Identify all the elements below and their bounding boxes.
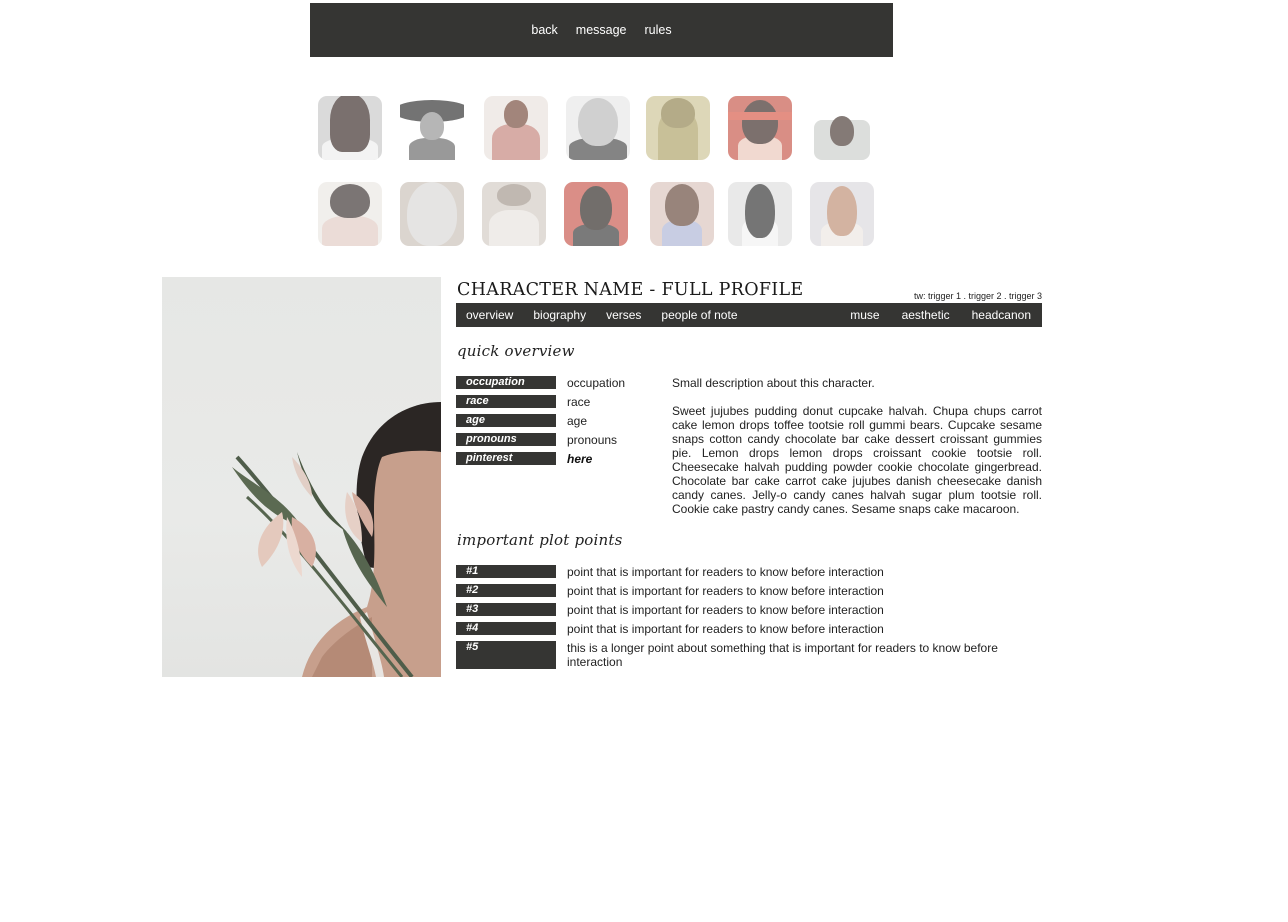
tab-aesthetic[interactable]: aesthetic [902,308,950,322]
plot-point-2: point that is important for readers to k… [567,584,884,598]
nav-link-rules[interactable]: rules [645,23,672,37]
portrait-thumbnail[interactable] [728,182,792,246]
character-description: Small description about this character. … [672,376,1042,516]
overview-label-age: age [456,414,556,427]
plot-label-3: #3 [456,603,556,616]
plot-label-1: #1 [456,565,556,578]
overview-label-occupation: occupation [456,376,556,389]
character-photo-illustration [232,402,441,677]
portrait-thumbnail[interactable] [400,96,464,160]
short-description: Small description about this character. [672,376,875,390]
portrait-thumbnail[interactable] [810,182,874,246]
top-nav-bar: back message rules [310,3,893,57]
nav-link-message[interactable]: message [576,23,627,37]
portrait-thumbnail[interactable] [484,96,548,160]
overview-value-pronouns: pronouns [567,433,618,447]
overview-value-occupation: occupation [567,376,626,390]
overview-label-race: race [456,395,556,408]
nav-link-back[interactable]: back [531,23,557,37]
portrait-thumbnail[interactable] [318,96,382,160]
portrait-thumbnail[interactable] [566,96,630,160]
profile-tabs: overview biography verses people of note… [456,303,1042,327]
plot-label-2: #2 [456,584,556,597]
page-title: CHARACTER NAME - FULL PROFILE [457,280,804,300]
portrait-gallery [310,78,893,253]
portrait-thumbnail[interactable] [400,182,464,246]
quick-overview-heading: quick overview [457,342,575,360]
portrait-thumbnail[interactable] [318,182,382,246]
long-description: Sweet jujubes pudding donut cupcake halv… [672,404,1042,516]
portrait-thumbnail[interactable] [810,96,874,160]
trigger-warnings: tw: trigger 1 . trigger 2 . trigger 3 [913,291,1042,301]
tab-headcanon[interactable]: headcanon [972,308,1031,322]
overview-value-race: race [567,395,591,409]
overview-value-age: age [567,414,588,428]
tab-verses[interactable]: verses [606,308,641,322]
overview-label-pinterest: pinterest [456,452,556,465]
plot-label-5: #5 [456,641,556,669]
tab-people-of-note[interactable]: people of note [661,308,737,322]
plot-point-5: this is a longer point about something t… [567,641,998,669]
plot-point-4: point that is important for readers to k… [567,622,884,636]
plot-label-4: #4 [456,622,556,635]
plot-point-3: point that is important for readers to k… [567,603,884,617]
portrait-thumbnail[interactable] [564,182,628,246]
portrait-thumbnail[interactable] [482,182,546,246]
plot-points-heading: important plot points [457,531,623,549]
portrait-thumbnail[interactable] [646,96,710,160]
tab-overview[interactable]: overview [466,308,513,322]
overview-label-pronouns: pronouns [456,433,556,446]
pinterest-link[interactable]: here [567,452,592,466]
plot-point-1: point that is important for readers to k… [567,565,884,579]
portrait-thumbnail[interactable] [728,96,792,160]
tab-muse[interactable]: muse [850,308,879,322]
portrait-thumbnail[interactable] [650,182,714,246]
character-photo [162,277,441,677]
tab-biography[interactable]: biography [533,308,586,322]
